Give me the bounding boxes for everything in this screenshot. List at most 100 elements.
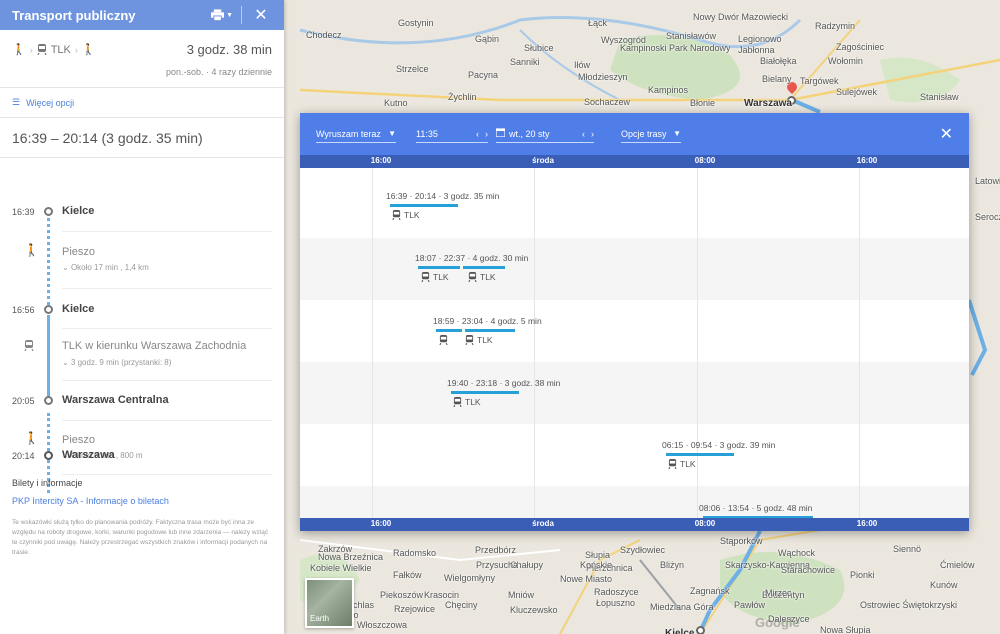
- step-title: TLK w kierunku Warszawa Zachodnia: [62, 340, 247, 352]
- map-place-label: Nowa Słupia: [820, 625, 871, 634]
- walk-icon: 🚶: [24, 243, 39, 257]
- map-place-label: Chęciny: [445, 600, 478, 610]
- caret-down-icon: ▼: [388, 129, 396, 138]
- axis-label: środa: [532, 519, 554, 528]
- train-icon: [668, 459, 677, 469]
- timeline-row-band: [300, 362, 969, 424]
- map-place-label: Iłów: [574, 60, 591, 70]
- trip-bar: [390, 204, 458, 207]
- prev-time-icon[interactable]: ‹: [476, 129, 479, 139]
- calendar-icon: [495, 128, 506, 139]
- depart-type-label: Wyruszam teraz: [316, 128, 381, 139]
- map-place-label: Jabłonna: [738, 45, 775, 55]
- earth-label: Earth: [310, 614, 330, 623]
- map-place-label: Białołęka: [760, 56, 797, 66]
- trip-mode: TLK: [468, 272, 496, 282]
- map-place-label: Bliżyn: [660, 560, 685, 570]
- map-place-label: Seroczyn: [975, 212, 1000, 222]
- map-place-label: Latowicz: [975, 176, 1000, 186]
- train-icon: [392, 210, 401, 220]
- step-place: Kielce: [62, 303, 95, 315]
- options-list-icon: ☰: [12, 97, 21, 107]
- map-place-label: Kluczewsko: [510, 605, 558, 615]
- map-place-label: Kielce: [665, 628, 695, 634]
- time-input[interactable]: 11:35 ‹ ›: [416, 125, 488, 143]
- earth-view-toggle[interactable]: Earth: [305, 578, 354, 628]
- grid-line: [372, 168, 373, 518]
- destination-icon: [44, 451, 53, 460]
- map-place-label: Szydłowiec: [620, 545, 666, 555]
- axis-label: środa: [532, 156, 554, 165]
- map-place-label: Rzejowice: [394, 604, 436, 614]
- axis-label: 08:00: [694, 519, 716, 528]
- map-place-label: Końskie: [580, 560, 613, 570]
- depart-type-select[interactable]: Wyruszam teraz ▼: [316, 125, 396, 143]
- route-summary[interactable]: 🚶 › TLK › 🚶 3 godz. 38 min pon.-sob. · 4…: [0, 30, 284, 88]
- map-place-label: Ćmielów: [940, 560, 975, 570]
- map-place-label: Kobiele Wielkie: [310, 563, 372, 573]
- map-place-label: Błonie: [690, 98, 716, 108]
- trip-mode-label: TLK: [480, 272, 496, 282]
- train-segment-line: [47, 315, 50, 403]
- google-logo: Google: [755, 615, 800, 630]
- map-place-label: Targówek: [800, 76, 839, 86]
- panel-title: Transport publiczny: [12, 7, 136, 23]
- map-place-label: Mniów: [508, 590, 535, 600]
- date-input[interactable]: wt., 20 sty ‹ ›: [495, 125, 594, 143]
- stop-icon: [44, 396, 53, 405]
- map-place-label: Strzelce: [396, 64, 429, 74]
- map-place-label: Łopuszno: [596, 598, 636, 608]
- map-place-label: Warszawa: [744, 98, 792, 109]
- timeline-row-band: [300, 300, 969, 362]
- map-place-label: Sulejówek: [836, 87, 878, 97]
- map-place-label: Nowa Brzeźnica: [318, 552, 384, 562]
- map-place-label: Słubice: [524, 43, 554, 53]
- timeline-row-band: [300, 238, 969, 300]
- route-options-label: Opcje trasy: [621, 128, 667, 139]
- step-title: Pieszo: [62, 434, 96, 446]
- map-place-label: Kampinoski Park Narodowy: [620, 43, 731, 53]
- trip-timeline[interactable]: 16:39 · 20:14 · 3 godz. 35 min TLK 18:07…: [300, 168, 969, 518]
- close-icon[interactable]: ✕: [250, 4, 272, 26]
- map-place-label: Stanisław: [920, 92, 959, 102]
- map-place-label: Przedbórz: [475, 545, 517, 555]
- step-detail-text: 3 godz. 9 min (przystanki: 8): [70, 358, 172, 367]
- trip-bar: [666, 453, 734, 456]
- step-time: 20:05: [12, 396, 35, 406]
- trip-label: 19:40 · 23:18 · 3 godz. 38 min: [447, 378, 561, 388]
- map-place-label: Nowy Dwór Mazowiecki: [693, 12, 789, 22]
- prev-date-icon[interactable]: ‹: [582, 129, 585, 139]
- trip-mode: TLK: [453, 397, 481, 407]
- map-place-label: Stanisławów: [666, 31, 717, 41]
- axis-label: 16:00: [370, 156, 392, 165]
- next-time-icon[interactable]: ›: [485, 129, 488, 139]
- train-icon: [37, 44, 47, 55]
- step-time: 16:39: [12, 207, 35, 217]
- route-options-select[interactable]: Opcje trasy ▼: [621, 125, 681, 143]
- trip-mode: TLK: [668, 459, 696, 469]
- tickets-link[interactable]: PKP Intercity SA - Informacje o biletach: [12, 496, 272, 506]
- print-icon[interactable]: ▼: [211, 4, 233, 26]
- walk-icon: 🚶: [12, 44, 26, 56]
- map-place-label: Kutno: [384, 98, 408, 108]
- map-place-label: Pacyna: [468, 70, 499, 80]
- walk-icon: 🚶: [81, 44, 96, 56]
- close-icon[interactable]: ✕: [940, 124, 953, 144]
- map-place-label: Wielgomłyny: [444, 573, 496, 583]
- more-options-link[interactable]: ☰ Więcej opcji: [0, 88, 284, 118]
- trip-label: 08:06 · 13:54 · 5 godz. 48 min: [699, 503, 813, 513]
- date-value: wt., 20 sty: [509, 128, 550, 139]
- trip-label: 16:39 · 20:14 · 3 godz. 35 min: [386, 191, 500, 201]
- map-place-label: Żychlin: [448, 92, 477, 102]
- trip-label: 18:07 · 22:37 · 4 godz. 30 min: [415, 253, 529, 263]
- trip-bar: [418, 266, 460, 269]
- header-divider: [241, 6, 242, 24]
- trip-mode-label: TLK: [465, 397, 481, 407]
- map-place-label: Stąporków: [720, 536, 763, 546]
- next-date-icon[interactable]: ›: [591, 129, 594, 139]
- map-place-label: Kampinos: [648, 85, 689, 95]
- map-place-label: Fałków: [393, 570, 422, 580]
- trip-mode: TLK: [465, 335, 493, 345]
- trip-mode-label: TLK: [404, 210, 420, 220]
- train-icon: [24, 340, 34, 354]
